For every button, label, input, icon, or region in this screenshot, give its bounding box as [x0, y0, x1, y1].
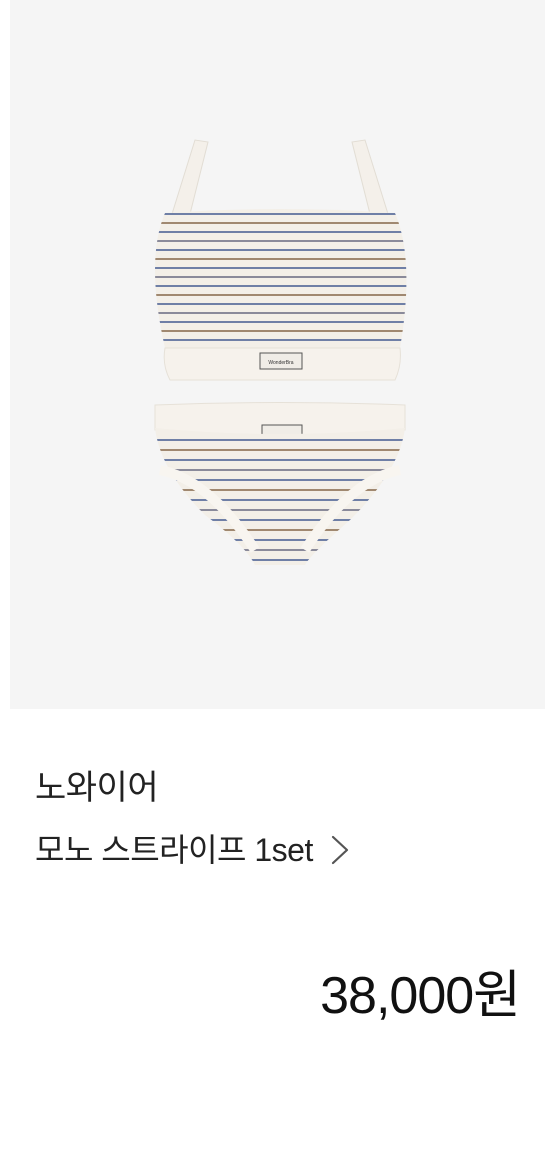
brand-label-text: WonderBra [268, 360, 293, 366]
brand-name[interactable]: 노와이어 [35, 766, 159, 810]
product-photo: WonderBra [154, 139, 407, 565]
chevron-right-icon [331, 835, 348, 865]
product-image[interactable]: WonderBra [10, 0, 545, 709]
product-name-link[interactable]: 모노 스트라이프 1set [35, 828, 351, 872]
product-price: 38,000원 [320, 967, 521, 1025]
product-name: 모노 스트라이프 1set [35, 832, 313, 868]
